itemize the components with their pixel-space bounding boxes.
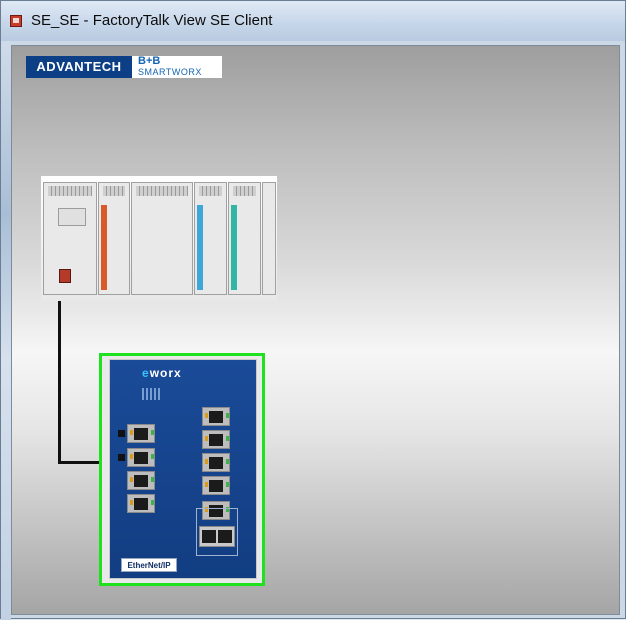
sfp-port-pair bbox=[199, 526, 235, 547]
window-title: SE_SE - FactoryTalk View SE Client bbox=[31, 12, 273, 29]
plc-keyswitch bbox=[59, 269, 71, 283]
display-canvas: ADVANTECH B+B SMARTWORX eworx EtherNet/I… bbox=[11, 45, 620, 615]
application-window: SE_SE - FactoryTalk View SE Client ADVAN… bbox=[0, 0, 626, 620]
switch-faceplate: eworx EtherNet/IP bbox=[109, 359, 257, 579]
ethernet-port bbox=[127, 494, 155, 513]
plc-comm-module bbox=[131, 182, 193, 295]
bb-logo-text: B+B bbox=[138, 55, 161, 67]
plc-end-cap bbox=[262, 182, 276, 295]
ethernet-switch-image[interactable]: eworx EtherNet/IP bbox=[99, 353, 265, 586]
bb-smartworx-logo: B+B SMARTWORX bbox=[132, 56, 222, 78]
advantech-bb-logo: ADVANTECH B+B SMARTWORX bbox=[26, 56, 222, 78]
smartworx-logo-text: SMARTWORX bbox=[138, 67, 202, 77]
ethernet-port bbox=[202, 476, 230, 495]
ethernet-port bbox=[202, 407, 230, 426]
ethernet-port bbox=[127, 448, 155, 467]
plc-module bbox=[98, 182, 130, 295]
ethernet-port bbox=[127, 424, 155, 443]
app-window-icon[interactable] bbox=[10, 15, 22, 27]
network-cable bbox=[58, 301, 61, 464]
plc-io-module bbox=[228, 182, 261, 295]
network-cable bbox=[58, 461, 100, 464]
title-bar[interactable]: SE_SE - FactoryTalk View SE Client bbox=[1, 1, 625, 41]
ethernet-port bbox=[202, 430, 230, 449]
plc-status-display bbox=[58, 208, 86, 226]
switch-brand: eworx bbox=[142, 366, 182, 380]
ethernet-port bbox=[127, 471, 155, 490]
plc-cpu-module bbox=[43, 182, 97, 295]
plc-io-module bbox=[194, 182, 227, 295]
ethernet-port bbox=[202, 453, 230, 472]
advantech-logo-text: ADVANTECH bbox=[26, 56, 132, 78]
window-left-edge bbox=[1, 41, 11, 620]
ethernetip-label: EtherNet/IP bbox=[121, 558, 177, 572]
switch-status-leds bbox=[142, 388, 162, 400]
plc-rack-image[interactable] bbox=[41, 176, 277, 301]
